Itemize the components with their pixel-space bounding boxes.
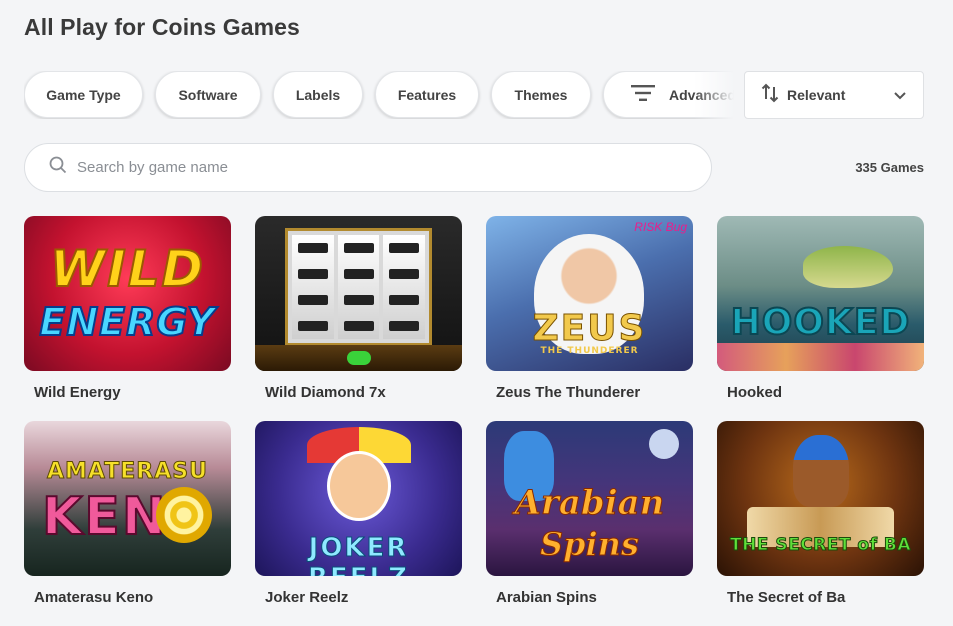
game-card-amaterasu-keno[interactable]: AMATERASU KEN Amaterasu Keno bbox=[24, 421, 231, 606]
game-thumbnail[interactable]: WILD ENERGY bbox=[24, 216, 231, 371]
sort-arrows-icon bbox=[761, 83, 779, 108]
game-thumbnail[interactable] bbox=[255, 216, 462, 371]
thumbnail-art-text: ZEUS bbox=[532, 308, 647, 350]
filter-features-button[interactable]: Features bbox=[375, 71, 479, 118]
filter-game-type-button[interactable]: Game Type bbox=[24, 71, 143, 118]
filter-bar: Game Type Software Labels Features Theme… bbox=[24, 71, 734, 119]
game-title[interactable]: Zeus The Thunderer bbox=[496, 384, 693, 401]
sort-selected-label: Relevant bbox=[787, 87, 846, 103]
game-card-arabian-spins[interactable]: Arabian Spins Arabian Spins bbox=[486, 421, 693, 606]
spin-button-illustration bbox=[347, 351, 371, 365]
filter-themes-button[interactable]: Themes bbox=[491, 71, 591, 118]
coral-reef-illustration bbox=[717, 343, 924, 371]
thumbnail-art-text: AMATERASU bbox=[47, 459, 208, 485]
game-thumbnail[interactable]: Arabian Spins bbox=[486, 421, 693, 576]
filter-advanced-label: Advanced bbox=[669, 86, 734, 103]
moon-illustration bbox=[649, 429, 679, 459]
sort-select[interactable]: Relevant bbox=[744, 71, 924, 119]
egyptian-queen-illustration bbox=[793, 435, 849, 507]
game-card-hooked[interactable]: HOOKED Hooked bbox=[717, 216, 924, 401]
thumbnail-art-text: Arabian bbox=[514, 483, 665, 524]
thumbnail-art-text: HOOKED bbox=[730, 301, 911, 344]
search-box bbox=[24, 143, 712, 192]
game-thumbnail[interactable]: JOKER REELZ bbox=[255, 421, 462, 576]
game-card-wild-energy[interactable]: WILD ENERGY Wild Energy bbox=[24, 216, 231, 401]
game-card-the-secret-of-ba[interactable]: THE SECRET of BA The Secret of Ba bbox=[717, 421, 924, 606]
chevron-down-icon bbox=[893, 88, 907, 107]
game-title[interactable]: Wild Diamond 7x bbox=[265, 384, 462, 401]
game-thumbnail[interactable]: THE SECRET of BA bbox=[717, 421, 924, 576]
game-card-joker-reelz[interactable]: JOKER REELZ Joker Reelz bbox=[255, 421, 462, 606]
thumbnail-art-text: WILD bbox=[49, 239, 206, 299]
thumbnail-art-text: THE SECRET of BA bbox=[729, 535, 911, 556]
game-thumbnail[interactable]: HOOKED bbox=[717, 216, 924, 371]
game-title[interactable]: Arabian Spins bbox=[496, 589, 693, 606]
joker-face-illustration bbox=[327, 451, 391, 521]
filter-labels-button[interactable]: Labels bbox=[273, 71, 363, 118]
thumbnail-art-text: JOKER REELZ bbox=[308, 533, 409, 577]
games-count: 335 Games bbox=[855, 160, 924, 175]
fish-illustration bbox=[803, 246, 893, 288]
thumbnail-art-text: ENERGY bbox=[38, 299, 216, 345]
game-title[interactable]: The Secret of Ba bbox=[727, 589, 924, 606]
game-thumbnail[interactable]: RISK Bug ZEUS THE THUNDERER bbox=[486, 216, 693, 371]
page-title: All Play for Coins Games bbox=[24, 14, 300, 40]
search-icon bbox=[49, 156, 67, 179]
thumbnail-art-text: THE THUNDERER bbox=[540, 346, 639, 356]
spiral-sun-icon bbox=[156, 487, 212, 543]
filter-advanced-button[interactable]: Advanced bbox=[603, 71, 734, 118]
game-title[interactable]: Hooked bbox=[727, 384, 924, 401]
thumbnail-art-text: Spins bbox=[540, 525, 640, 564]
game-title[interactable]: Joker Reelz bbox=[265, 589, 462, 606]
filter-software-button[interactable]: Software bbox=[155, 71, 261, 118]
game-thumbnail[interactable]: AMATERASU KEN bbox=[24, 421, 231, 576]
filter-lines-icon bbox=[631, 84, 655, 105]
game-title[interactable]: Wild Energy bbox=[34, 384, 231, 401]
game-card-wild-diamond-7x[interactable]: Wild Diamond 7x bbox=[255, 216, 462, 401]
game-title[interactable]: Amaterasu Keno bbox=[34, 589, 231, 606]
slot-reels-illustration bbox=[285, 228, 432, 346]
risk-bug-badge: RISK Bug bbox=[634, 220, 687, 234]
search-input[interactable] bbox=[77, 159, 677, 176]
game-card-zeus-the-thunderer[interactable]: RISK Bug ZEUS THE THUNDERER Zeus The Thu… bbox=[486, 216, 693, 401]
